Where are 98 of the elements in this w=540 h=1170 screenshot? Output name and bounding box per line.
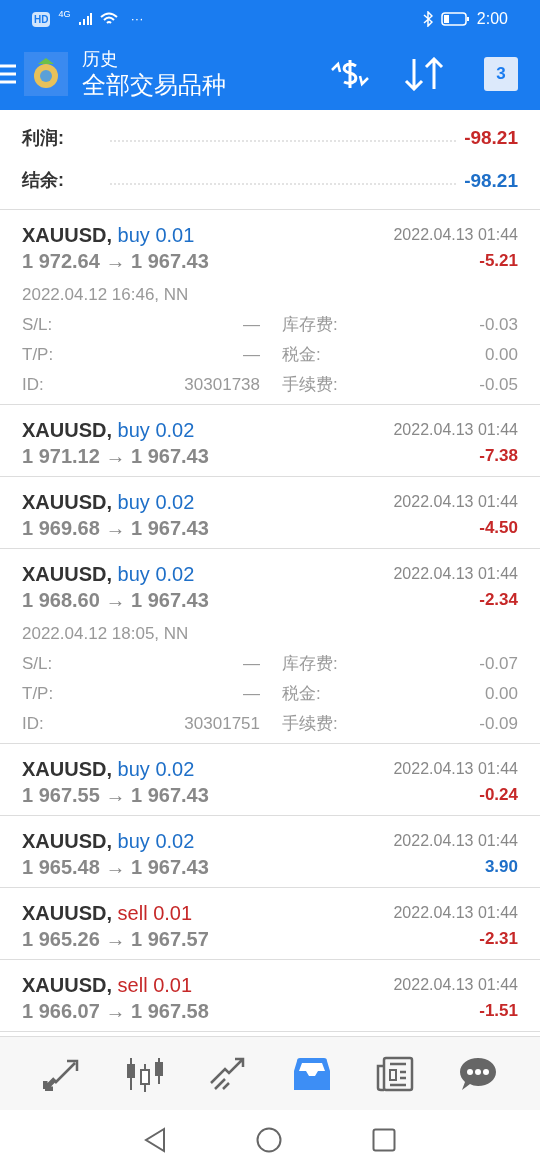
- order-type: sell 0.01: [117, 902, 193, 924]
- close-time: 2022.04.13 01:44: [393, 225, 518, 245]
- sort-icon[interactable]: [404, 57, 444, 91]
- detail-value: 30301738: [183, 374, 260, 396]
- symbol-name: XAUUSD,: [22, 224, 112, 246]
- detail-label: T/P:: [22, 683, 55, 705]
- battery-icon: [440, 12, 469, 26]
- detail-value: 0.00: [483, 344, 518, 366]
- trade-profit: -2.31: [479, 928, 518, 950]
- detail-label: 税金:: [282, 344, 322, 366]
- detail-value: —: [242, 653, 260, 675]
- order-type: buy 0.02: [117, 419, 195, 441]
- detail-value: -0.09: [478, 713, 518, 735]
- trade-profit: -4.50: [479, 517, 518, 539]
- close-time: 2022.04.13 01:44: [393, 975, 518, 995]
- bluetooth-icon: [422, 11, 433, 27]
- close-time: 2022.04.13 01:44: [393, 759, 518, 779]
- detail-label: S/L:: [22, 314, 54, 336]
- price-change: 1 966.07 → 1 967.58: [22, 999, 209, 1024]
- trade-profit: -2.34: [479, 589, 518, 611]
- detail-value: —: [242, 683, 260, 705]
- trade-profit: -1.51: [479, 1000, 518, 1022]
- trade-row[interactable]: XAUUSD, buy 0.02 2022.04.13 01:44 1 967.55 → 1 967.43 -0.24: [0, 744, 540, 816]
- symbol-filter[interactable]: 全部交易品种: [82, 70, 226, 101]
- price-change: 1 968.60 → 1 967.43: [22, 588, 209, 613]
- symbol-name: XAUUSD,: [22, 974, 112, 996]
- order-type: buy 0.02: [117, 563, 195, 585]
- symbol-name: XAUUSD,: [22, 902, 112, 924]
- open-time: 2022.04.12 16:46, NN: [22, 284, 190, 306]
- order-type: buy 0.02: [117, 830, 195, 852]
- detail-label: 手续费:: [282, 713, 339, 735]
- detail-value: —: [242, 314, 260, 336]
- close-time: 2022.04.13 01:44: [393, 831, 518, 851]
- order-type: buy 0.01: [117, 224, 195, 246]
- order-type: sell 0.01: [117, 974, 193, 996]
- detail-label: 税金:: [282, 683, 322, 705]
- inbox-icon: [292, 1056, 331, 1091]
- home-icon[interactable]: [256, 1127, 282, 1153]
- symbol-name: XAUUSD,: [22, 419, 112, 441]
- close-time: 2022.04.13 01:44: [393, 492, 518, 512]
- trade-row[interactable]: XAUUSD, buy 0.02 2022.04.13 01:44 1 965.48 → 1 967.43 3.90: [0, 816, 540, 888]
- detail-label: T/P:: [22, 344, 55, 366]
- trade-row[interactable]: XAUUSD, sell 0.01 2022.04.13 01:44 1 965.26 → 1 967.57 -2.31: [0, 888, 540, 960]
- close-time: 2022.04.13 01:44: [393, 420, 518, 440]
- summary-value: -98.21: [464, 168, 518, 193]
- signal-icon: [78, 12, 93, 26]
- price-change: 1 965.48 → 1 967.43: [22, 855, 209, 880]
- trade-row[interactable]: XAUUSD, buy 0.01 2022.04.13 01:44 1 972.64 → 1 967.43 -5.21 2022.04.12 16:46, NN S/L: — 库存费: -0.03 T/P: — 税金: 0.00 ID: 30301738 手续费: -0.05: [0, 210, 540, 405]
- detail-label: 库存费:: [282, 653, 339, 675]
- price-change: 1 969.68 → 1 967.43: [22, 516, 209, 541]
- detail-label: ID:: [22, 713, 45, 735]
- price-change: 1 971.12 → 1 967.43: [22, 444, 209, 469]
- detail-label: S/L:: [22, 653, 54, 675]
- chat-bubble-icon: [459, 1055, 498, 1092]
- detail-value: -0.05: [478, 374, 518, 396]
- order-type: buy 0.02: [117, 491, 195, 513]
- summary-value: -98.21: [464, 126, 518, 150]
- price-change: 1 972.64 → 1 967.43: [22, 249, 209, 274]
- newspaper-icon: [375, 1055, 414, 1092]
- hd-indicator: HD: [32, 11, 51, 27]
- summary-label: 结余:: [22, 169, 65, 193]
- order-type: buy 0.02: [117, 758, 195, 780]
- trade-profit: 3.90: [484, 856, 518, 878]
- screen-title: 历史: [82, 47, 119, 71]
- price-change: 1 965.26 → 1 967.57: [22, 927, 209, 952]
- detail-label: 库存费:: [282, 314, 339, 336]
- trade-row[interactable]: XAUUSD, buy 0.02 2022.04.13 01:44 1 969.68 → 1 967.43 -4.50: [0, 477, 540, 549]
- price-change: 1 967.55 → 1 967.43: [22, 783, 209, 808]
- wifi-icon: [100, 12, 119, 26]
- symbol-name: XAUUSD,: [22, 758, 112, 780]
- detail-label: ID:: [22, 374, 45, 396]
- detail-value: 0.00: [483, 683, 518, 705]
- trade-row[interactable]: XAUUSD, buy 0.02 2022.04.13 01:44 1 968.60 → 1 967.43 -2.34 2022.04.12 18:05, NN S/L: — 库存费: -0.07 T/P: — 税金: 0.00 ID: 30301751 手续费: -0.09: [0, 549, 540, 744]
- trade-profit: -0.24: [479, 784, 518, 806]
- more-notifications: ···: [130, 10, 144, 29]
- clock: 2:00: [476, 9, 508, 29]
- detail-value: -0.07: [478, 653, 518, 675]
- menu-icon[interactable]: [0, 63, 16, 85]
- detail-value: 30301751: [183, 713, 260, 735]
- detail-value: -0.03: [478, 314, 518, 336]
- network-indicator: 4G: [58, 8, 71, 21]
- trade-profit: -7.38: [479, 445, 518, 467]
- open-time: 2022.04.12 18:05, NN: [22, 623, 190, 645]
- trade-row[interactable]: XAUUSD, buy 0.02 2022.04.13 01:44 1 971.12 → 1 967.43 -7.38: [0, 405, 540, 477]
- summary-label: 利润:: [22, 126, 65, 150]
- close-time: 2022.04.13 01:44: [393, 564, 518, 584]
- back-icon[interactable]: [144, 1127, 166, 1153]
- symbol-name: XAUUSD,: [22, 491, 112, 513]
- recents-icon[interactable]: [372, 1128, 396, 1152]
- close-time: 2022.04.13 01:44: [393, 903, 518, 923]
- candlestick-icon: [125, 1055, 165, 1092]
- detail-label: 手续费:: [282, 374, 339, 396]
- detail-value: —: [242, 344, 260, 366]
- trade-profit: -5.21: [479, 250, 518, 272]
- app-logo-icon: [24, 52, 68, 96]
- trade-row[interactable]: XAUUSD, sell 0.01 2022.04.13 01:44 1 966.07 → 1 967.58 -1.51: [0, 960, 540, 1032]
- symbol-name: XAUUSD,: [22, 563, 112, 585]
- symbol-name: XAUUSD,: [22, 830, 112, 852]
